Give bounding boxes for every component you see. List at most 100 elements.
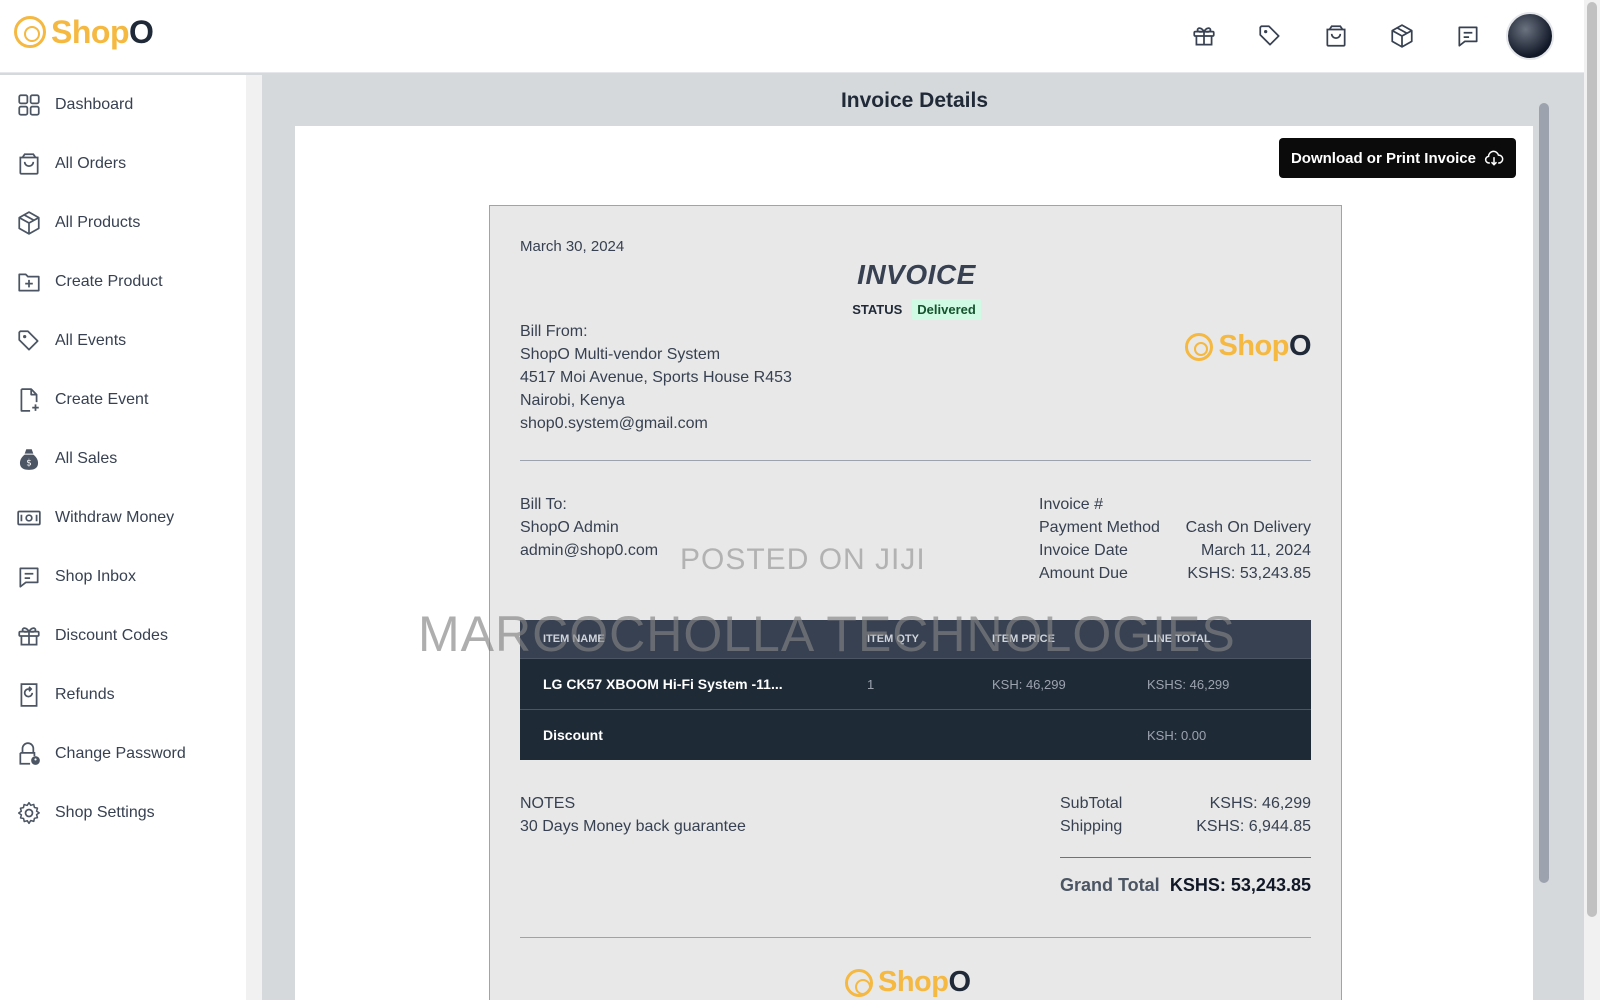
bill-to-email: admin@shop0.com xyxy=(520,542,659,559)
notes-heading: NOTES xyxy=(520,795,576,812)
download-invoice-label: Download or Print Invoice xyxy=(1290,149,1476,167)
grand-total-label: Grand Total xyxy=(1060,875,1160,895)
invoice-number-row: Invoice # xyxy=(1039,493,1311,516)
logo-mark-icon xyxy=(14,16,46,48)
logo-text-o: O xyxy=(128,14,154,50)
sidebar-item-label: Create Product xyxy=(55,272,163,290)
bill-from-email: shop0.system@gmail.com xyxy=(520,415,708,432)
bill-from-name: ShopO Multi-vendor System xyxy=(520,346,721,363)
sidebar-item-label: Refunds xyxy=(55,685,115,703)
divider xyxy=(520,460,1311,461)
cash-icon xyxy=(16,505,42,531)
page-scrollbar[interactable] xyxy=(1584,0,1600,1000)
sidebar-item-label: All Events xyxy=(55,331,127,349)
line-total-cell: KSH: 0.00 xyxy=(1147,727,1207,743)
subtotal-row: SubTotal KSHS: 46,299 xyxy=(1060,792,1311,815)
sidebar: Dashboard All Orders All Products Create… xyxy=(0,75,246,1000)
invoice-meta: Invoice # Payment Method Cash On Delivery… xyxy=(1039,493,1311,585)
sidebar-item-change-password[interactable]: Change Password xyxy=(0,724,246,783)
shipping-label: Shipping xyxy=(1060,818,1123,835)
sidebar-item-label: Dashboard xyxy=(55,95,134,113)
sidebar-item-label: Change Password xyxy=(55,744,186,762)
item-qty-cell: 1 xyxy=(867,676,875,692)
sidebar-item-discount-codes[interactable]: Discount Codes xyxy=(0,606,246,665)
sidebar-item-shop-settings[interactable]: Shop Settings xyxy=(0,783,246,842)
bill-from-address: 4517 Moi Avenue, Sports House R453 xyxy=(520,369,792,386)
package-icon xyxy=(16,210,42,236)
top-bar: ShopO xyxy=(0,0,1600,73)
page-scrollbar-thumb[interactable] xyxy=(1587,2,1597,917)
avatar[interactable] xyxy=(1506,12,1554,60)
logo-text-o: O xyxy=(1288,330,1312,362)
money-bag-icon xyxy=(16,446,42,472)
invoice-issue-date: March 30, 2024 xyxy=(520,238,625,255)
totals: SubTotal KSHS: 46,299 Shipping KSHS: 6,944… xyxy=(1060,792,1311,838)
invoice-title: INVOICE xyxy=(857,259,976,290)
shipping-row: Shipping KSHS: 6,944.85 xyxy=(1060,815,1311,838)
download-invoice-button[interactable]: Download or Print Invoice xyxy=(1278,138,1516,178)
sidebar-item-shop-inbox[interactable]: Shop Inbox xyxy=(0,547,246,606)
payment-method-label: Payment Method xyxy=(1039,519,1160,536)
bill-from-heading: Bill From: xyxy=(520,323,588,340)
watermark-posted-on: POSTED ON JIJI xyxy=(680,543,926,576)
invoice-document: March 30, 2024 INVOICE STATUS Delivered … xyxy=(489,205,1342,1000)
logo-text: Shop xyxy=(51,14,129,50)
payment-method-value: Cash On Delivery xyxy=(1185,519,1311,536)
invoice-logo: ShopO xyxy=(1185,330,1312,362)
sidebar-item-withdraw-money[interactable]: Withdraw Money xyxy=(0,488,246,547)
invoice-footer-logo: ShopO xyxy=(845,968,971,997)
sidebar-item-label: Withdraw Money xyxy=(55,508,175,526)
table-row: LG CK57 XBOOM Hi-Fi System -11... 1 KSH:… xyxy=(520,658,1311,709)
invoice-status: STATUS Delivered xyxy=(490,299,1343,320)
item-price-cell: KSH: 46,299 xyxy=(992,676,1066,692)
invoice-number-label: Invoice # xyxy=(1039,496,1104,513)
package-icon[interactable] xyxy=(1382,16,1422,56)
content-scrollbar[interactable] xyxy=(1536,87,1552,987)
sidebar-scrollbar[interactable] xyxy=(246,75,262,1000)
logo-text: Shop xyxy=(1218,330,1289,362)
shop-logo[interactable]: ShopO xyxy=(14,14,154,50)
payment-method-row: Payment Method Cash On Delivery xyxy=(1039,516,1311,539)
gift-icon[interactable] xyxy=(1184,16,1224,56)
sidebar-item-all-sales[interactable]: All Sales xyxy=(0,429,246,488)
main-content: Invoice Details Download or Print Invoic… xyxy=(263,75,1584,1000)
invoice-date-row: Invoice Date March 11, 2024 xyxy=(1039,539,1311,562)
invoice-date-label: Invoice Date xyxy=(1039,542,1128,559)
item-name-cell: LG CK57 XBOOM Hi-Fi System -11... xyxy=(543,676,783,692)
sidebar-item-all-orders[interactable]: All Orders xyxy=(0,134,246,193)
status-label: STATUS xyxy=(852,302,903,317)
sidebar-item-create-event[interactable]: Create Event xyxy=(0,370,246,429)
sidebar-item-label: Discount Codes xyxy=(55,626,168,644)
sidebar-item-label: Create Event xyxy=(55,390,149,408)
bill-from: Bill From: ShopO Multi-vendor System 451… xyxy=(520,320,792,435)
tag-icon xyxy=(16,328,42,354)
sidebar-item-all-events[interactable]: All Events xyxy=(0,311,246,370)
sidebar-item-dashboard[interactable]: Dashboard xyxy=(0,75,246,134)
watermark-company: MARCOCHOLLA TECHNOLOGIES xyxy=(418,606,1236,662)
divider xyxy=(520,937,1311,938)
tag-icon[interactable] xyxy=(1250,16,1290,56)
shopping-bag-icon[interactable] xyxy=(1316,16,1356,56)
amount-due-row: Amount Due KSHS: 53,243.85 xyxy=(1039,562,1311,585)
folder-plus-icon xyxy=(16,269,42,295)
cloud-download-icon xyxy=(1484,148,1504,168)
sidebar-item-create-product[interactable]: Create Product xyxy=(0,252,246,311)
sidebar-item-refunds[interactable]: Refunds xyxy=(0,665,246,724)
sidebar-item-all-products[interactable]: All Products xyxy=(0,193,246,252)
sidebar-item-label: All Orders xyxy=(55,154,127,172)
subtotal-label: SubTotal xyxy=(1060,795,1123,812)
logo-text: Shop xyxy=(878,966,949,998)
line-total-cell: KSHS: 46,299 xyxy=(1147,676,1230,692)
item-name-cell: Discount xyxy=(543,727,603,743)
notes-text: 30 Days Money back guarantee xyxy=(520,818,746,835)
message-icon[interactable] xyxy=(1448,16,1488,56)
grand-total-value: KSHS: 53,243.85 xyxy=(1169,875,1311,895)
grand-total-row: Grand Total KSHS: 53,243.85 xyxy=(1060,875,1311,896)
sidebar-item-label: All Products xyxy=(55,213,141,231)
file-plus-icon xyxy=(16,387,42,413)
sidebar-item-label: All Sales xyxy=(55,449,118,467)
invoice-date-value: March 11, 2024 xyxy=(1201,542,1311,559)
totals-divider xyxy=(1060,857,1311,858)
bill-from-city: Nairobi, Kenya xyxy=(520,392,625,409)
content-scrollbar-thumb[interactable] xyxy=(1539,103,1549,883)
